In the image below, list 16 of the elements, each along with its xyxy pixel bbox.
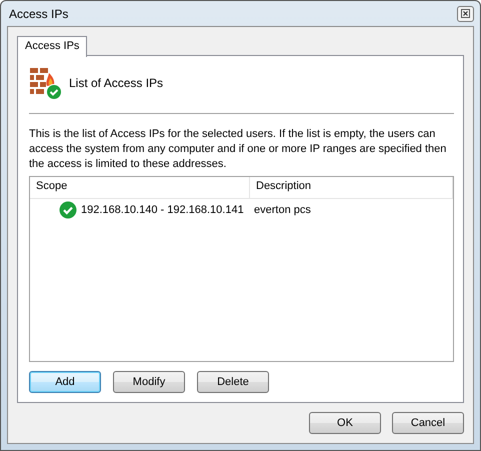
table-cell[interactable]: everton pcs xyxy=(250,204,453,216)
column-header[interactable]: Scope xyxy=(30,177,250,198)
delete-button[interactable]: Delete xyxy=(197,371,269,393)
tab[interactable]: Access IPs xyxy=(17,36,88,57)
close-button[interactable] xyxy=(457,6,474,22)
close-icon xyxy=(461,9,470,18)
ok-button[interactable]: OK xyxy=(309,412,381,434)
modify-button[interactable]: Modify xyxy=(113,371,185,393)
table-cell[interactable]: 192.168.10.140 - 192.168.10.141 xyxy=(81,204,244,216)
column-header[interactable]: Description xyxy=(250,177,453,198)
section-title: List of Access IPs xyxy=(69,76,164,90)
cancel-button[interactable]: Cancel xyxy=(392,412,464,434)
description-text: This is the list of Access IPs for the selected users. If the list is empty, the users can access the system from any computer and if one or more IP ranges are specified then the access is limited to these addresses. xyxy=(29,127,448,172)
window-title: Access IPs xyxy=(8,6,68,20)
firewall-icon xyxy=(29,66,63,100)
add-button[interactable]: Add xyxy=(29,371,101,393)
